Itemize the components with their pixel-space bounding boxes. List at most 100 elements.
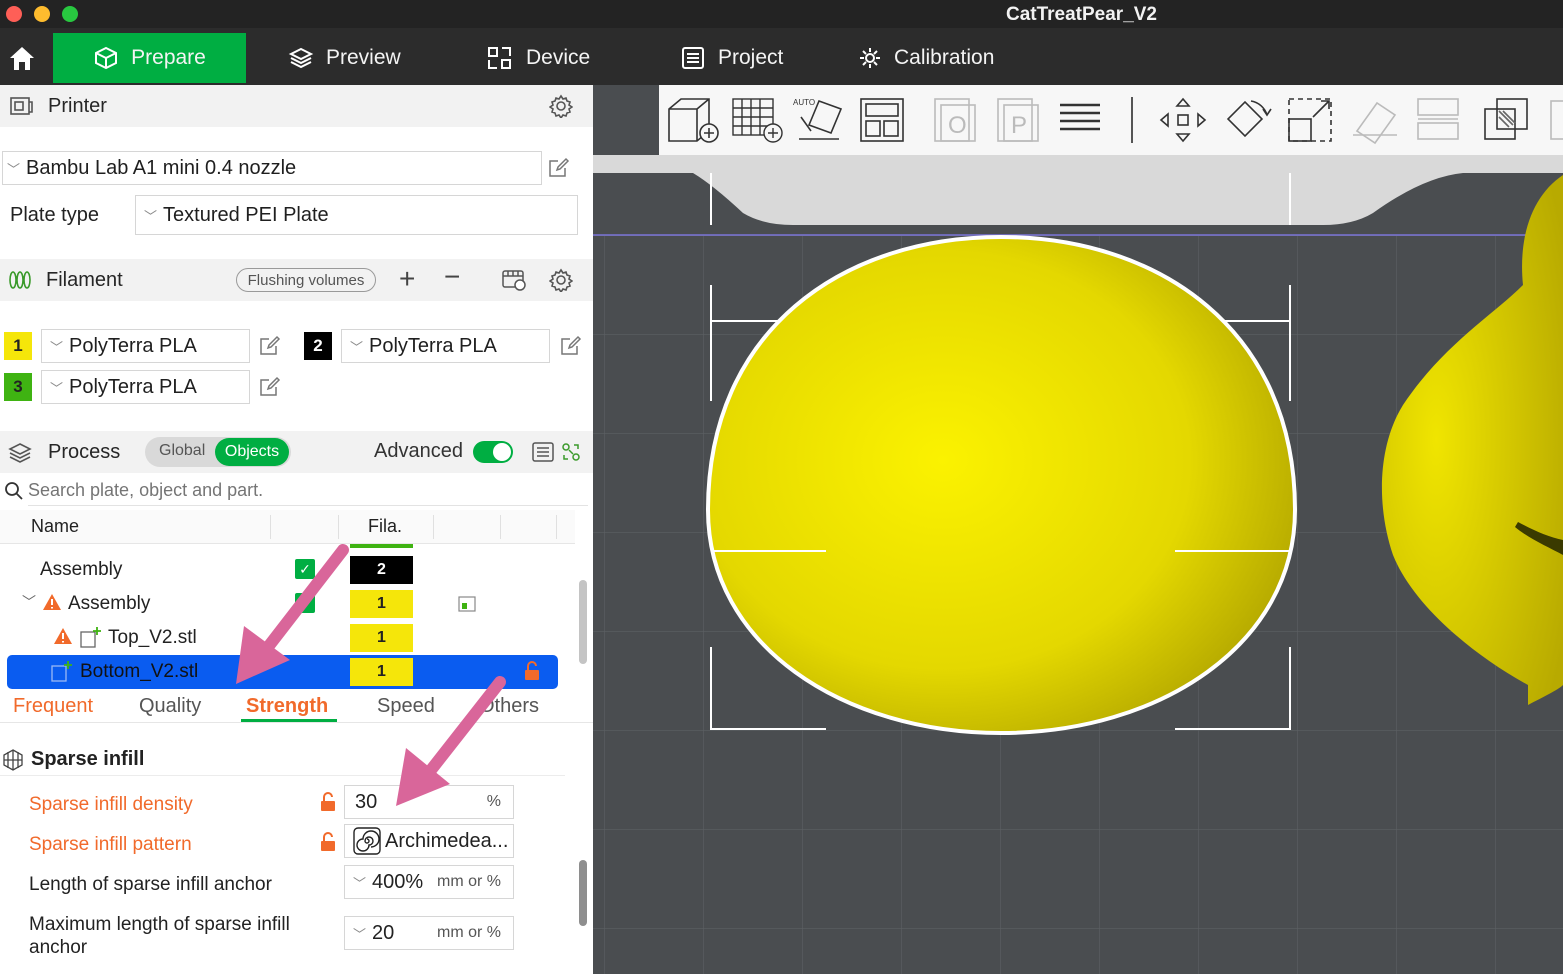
tab-calibration[interactable]: Calibration (858, 33, 994, 83)
fila-badge[interactable]: 2 (350, 556, 413, 584)
toggle-knob (493, 443, 511, 461)
boolean-icon[interactable] (1481, 95, 1533, 145)
filament-swatch-1[interactable]: 1 (4, 332, 32, 360)
compare-icon[interactable] (561, 442, 581, 462)
divider (0, 775, 565, 776)
tree-row-assembly-root[interactable]: Assembly ✓ 2 (0, 553, 575, 587)
printer-select[interactable]: ﹀ Bambu Lab A1 mini 0.4 nozzle (2, 151, 542, 185)
filament-swatch-2[interactable]: 2 (304, 332, 332, 360)
plate-type-select[interactable]: ﹀ Textured PEI Plate (135, 195, 578, 235)
add-filament-icon[interactable]: + (399, 263, 415, 295)
object-settings-icon[interactable] (457, 594, 477, 614)
sparse-infill-pattern-select[interactable]: Archimedea... (344, 824, 514, 858)
sparse-infill-anchor-input[interactable]: ﹀ 400% mm or % (344, 865, 514, 899)
subtab-others[interactable]: Others (479, 695, 539, 718)
archimedean-spiral-icon (353, 827, 381, 855)
sparse-infill-density-input[interactable]: 30 % (344, 785, 514, 819)
column-divider (556, 515, 557, 539)
subtab-quality[interactable]: Quality (139, 695, 201, 718)
column-divider (433, 515, 434, 539)
chevron-down-icon: ﹀ (50, 339, 64, 355)
filament-swatch-3[interactable]: 3 (4, 373, 32, 401)
unlocked-icon[interactable] (524, 661, 540, 681)
filament-select-3[interactable]: ﹀ PolyTerra PLA (41, 370, 250, 404)
build-plate-scene[interactable] (593, 85, 1563, 974)
svg-text:P: P (1011, 112, 1027, 139)
sync-ams-icon[interactable] (501, 268, 527, 292)
filament-icon (9, 271, 31, 289)
edit-filament-3-icon[interactable] (259, 376, 281, 398)
printer-settings-gear-icon[interactable] (549, 94, 573, 118)
printer-section-title: Printer (48, 94, 107, 117)
3d-viewport[interactable]: AUTO O P (593, 85, 1563, 974)
input-unit: % (486, 793, 501, 810)
printer-select-value: Bambu Lab A1 mini 0.4 nozzle (26, 156, 297, 179)
rotate-icon[interactable] (1221, 95, 1273, 145)
column-divider (338, 515, 339, 539)
svg-text:O: O (948, 112, 967, 139)
list-view-icon[interactable] (531, 440, 555, 464)
main-nav: Prepare Preview Device Project Calibrati… (0, 28, 1563, 85)
tab-project[interactable]: Project (680, 33, 783, 83)
filament-select-2[interactable]: ﹀ PolyTerra PLA (341, 329, 550, 363)
visibility-checkbox[interactable] (295, 593, 315, 613)
column-name-header[interactable]: Name (31, 516, 79, 537)
chevron-down-icon: ﹀ (144, 208, 158, 224)
max-sparse-infill-anchor-input[interactable]: ﹀ 20 mm or % (344, 916, 514, 950)
fila-color-strip (350, 544, 413, 548)
remove-filament-icon[interactable]: − (444, 261, 460, 293)
toggle-global-label[interactable]: Global (159, 442, 205, 460)
more-tools-icon[interactable] (1549, 95, 1563, 145)
sparse-infill-group-title: Sparse infill (31, 748, 145, 770)
layers-list-icon[interactable] (1057, 95, 1103, 145)
filament-name-3: PolyTerra PLA (69, 375, 197, 398)
flushing-volumes-button[interactable]: Flushing volumes (236, 268, 376, 292)
advanced-toggle[interactable] (473, 441, 513, 463)
split-parts-icon[interactable]: P (994, 95, 1044, 145)
tree-row-bottom-part-selected[interactable]: Bottom_V2.stl 1 (7, 655, 558, 689)
edit-filament-2-icon[interactable] (560, 335, 582, 357)
scale-icon[interactable] (1285, 95, 1337, 145)
search-input[interactable] (28, 476, 588, 506)
tree-row-assembly[interactable]: ﹀ Assembly 1 (0, 587, 575, 621)
sidebar: Printer ﹀ Bambu Lab A1 mini 0.4 nozzle P… (0, 85, 593, 974)
tree-row-top-part[interactable]: Top_V2.stl 1 (0, 621, 575, 655)
fila-badge[interactable]: 1 (350, 658, 413, 686)
auto-orient-icon[interactable]: AUTO (793, 95, 849, 145)
settings-scrollbar[interactable] (579, 860, 587, 926)
edit-printer-icon[interactable] (548, 157, 570, 179)
column-fila-header[interactable]: Fila. (368, 516, 402, 537)
add-object-icon[interactable] (665, 95, 721, 145)
tab-device[interactable]: Device (486, 33, 590, 83)
cut-icon[interactable] (1349, 95, 1403, 145)
window-title: CatTreatPear_V2 (1005, 4, 1158, 25)
model-bottom-part[interactable] (705, 234, 1298, 736)
fila-badge[interactable]: 1 (350, 590, 413, 618)
filament-select-1[interactable]: ﹀ PolyTerra PLA (41, 329, 250, 363)
unlocked-icon[interactable] (320, 792, 336, 812)
split-objects-icon[interactable]: O (931, 95, 981, 145)
printer-section-header: Printer (0, 85, 593, 127)
edit-filament-1-icon[interactable] (259, 335, 281, 357)
fila-badge[interactable]: 1 (350, 624, 413, 652)
support-paint-icon[interactable] (1415, 95, 1461, 145)
subtab-frequent[interactable]: Frequent (13, 695, 93, 718)
filament-settings-gear-icon[interactable] (549, 268, 573, 292)
subtab-speed[interactable]: Speed (377, 695, 435, 718)
toggle-objects-label[interactable]: Objects (215, 438, 289, 466)
subtab-strength[interactable]: Strength (246, 695, 328, 718)
viewport-margin (593, 155, 659, 173)
chevron-down-icon[interactable]: ﹀ (22, 592, 36, 612)
global-objects-toggle[interactable]: Global Objects (145, 437, 291, 467)
visibility-checkbox[interactable]: ✓ (295, 559, 315, 579)
tab-preview[interactable]: Preview (288, 33, 401, 83)
home-button[interactable] (0, 33, 44, 83)
tab-prepare[interactable]: Prepare (53, 33, 246, 83)
tree-scrollbar[interactable] (579, 580, 587, 664)
unlocked-icon[interactable] (320, 832, 336, 852)
move-icon[interactable] (1157, 95, 1209, 145)
chevron-down-icon: ﹀ (50, 380, 64, 396)
add-plate-icon[interactable] (729, 95, 785, 145)
arrange-icon[interactable] (857, 95, 907, 145)
tab-label: Preview (326, 46, 401, 69)
